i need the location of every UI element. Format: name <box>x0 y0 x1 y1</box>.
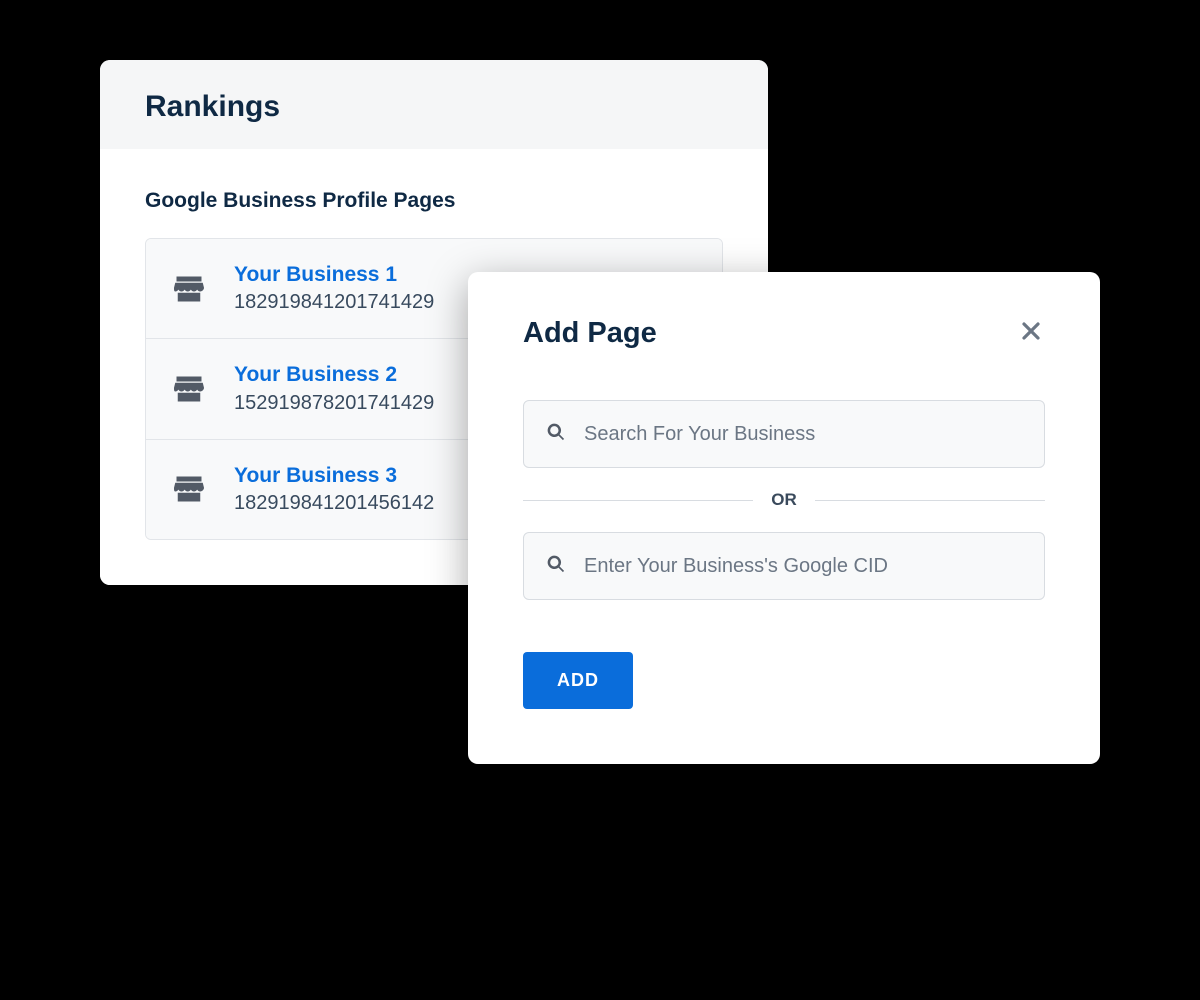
business-id: 182919841201741429 <box>234 288 434 316</box>
divider: OR <box>523 490 1045 510</box>
search-business-input[interactable] <box>584 423 1022 446</box>
business-info: Your Business 1 182919841201741429 <box>234 261 434 316</box>
rankings-title: Rankings <box>145 90 723 124</box>
add-page-modal: Add Page OR ADD <box>468 272 1100 764</box>
business-info: Your Business 3 182919841201456142 <box>234 462 434 517</box>
business-id: 182919841201456142 <box>234 489 434 517</box>
modal-header: Add Page <box>523 317 1045 350</box>
business-id: 152919878201741429 <box>234 389 434 417</box>
rankings-header: Rankings <box>100 60 768 149</box>
search-business-group[interactable] <box>523 400 1045 468</box>
store-icon <box>174 476 204 502</box>
business-info: Your Business 2 152919878201741429 <box>234 361 434 416</box>
divider-text: OR <box>753 490 815 510</box>
business-name-link[interactable]: Your Business 3 <box>234 462 434 489</box>
search-icon <box>546 422 566 447</box>
add-button[interactable]: ADD <box>523 652 633 709</box>
section-title: Google Business Profile Pages <box>145 189 723 213</box>
cid-input-group[interactable] <box>523 532 1045 600</box>
divider-line <box>523 500 753 501</box>
business-name-link[interactable]: Your Business 2 <box>234 361 434 388</box>
cid-input[interactable] <box>584 555 1022 578</box>
business-name-link[interactable]: Your Business 1 <box>234 261 434 288</box>
close-icon <box>1019 319 1043 348</box>
store-icon <box>174 376 204 402</box>
store-icon <box>174 276 204 302</box>
close-button[interactable] <box>1017 320 1045 348</box>
modal-title: Add Page <box>523 317 657 350</box>
divider-line <box>815 500 1045 501</box>
search-icon <box>546 554 566 579</box>
